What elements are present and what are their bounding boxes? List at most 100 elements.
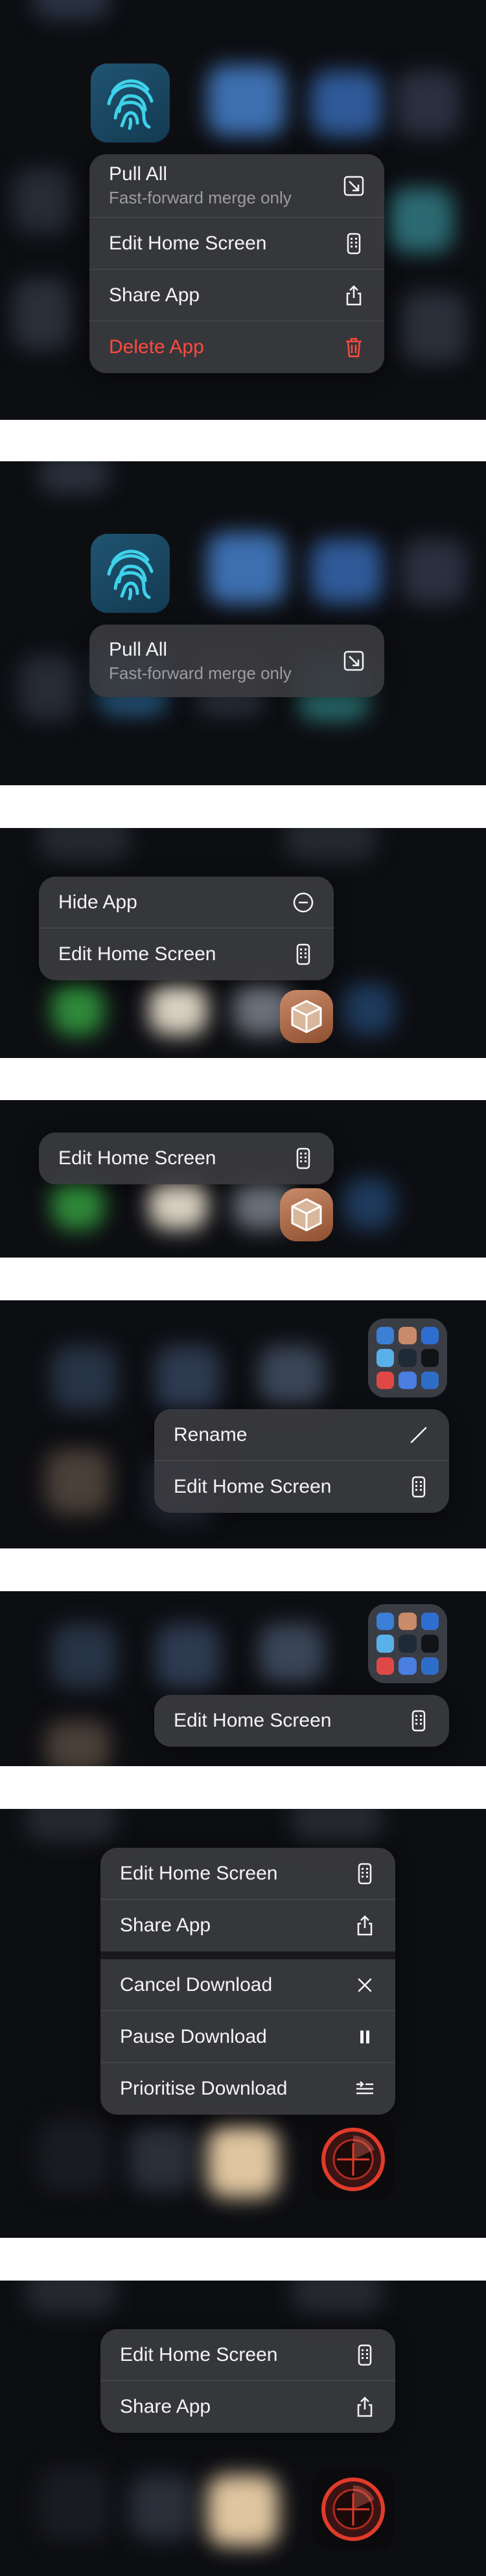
menu-item-prioritise-download[interactable]: Prioritise Download bbox=[100, 2063, 395, 2115]
blurred-app-icon bbox=[19, 656, 78, 720]
menu-item-label: Pause Download bbox=[120, 2025, 267, 2047]
menu-item-pull-all[interactable]: Pull All Fast-forward merge only bbox=[89, 154, 384, 218]
screen-8: Edit Home Screen Share App bbox=[0, 2281, 486, 2576]
share-icon bbox=[354, 2396, 376, 2418]
folder-app-thumb bbox=[421, 1613, 439, 1631]
menu-item-share-app[interactable]: Share App bbox=[100, 2381, 395, 2433]
menu-item-cancel-download[interactable]: Cancel Download bbox=[100, 1959, 395, 2011]
blurred-app-icon bbox=[39, 2120, 110, 2191]
blurred-app-icon bbox=[389, 188, 454, 253]
blurred-app-icon bbox=[130, 2126, 194, 2191]
phone-apps-icon bbox=[408, 1710, 430, 1732]
cydia-app-icon[interactable] bbox=[280, 990, 333, 1043]
blurred-app-icon bbox=[343, 983, 395, 1035]
cydia-app-icon[interactable] bbox=[280, 1188, 333, 1241]
blurred-app-icon bbox=[395, 71, 460, 136]
menu-item-pause-download[interactable]: Pause Download bbox=[100, 2011, 395, 2063]
menu-item-edit-home-screen[interactable]: Edit Home Screen bbox=[154, 1695, 449, 1747]
context-menu: Edit Home Screen Share App Cancel Downlo… bbox=[100, 1848, 395, 2115]
app-folder-icon[interactable] bbox=[368, 1318, 447, 1397]
folder-app-thumb bbox=[421, 1327, 439, 1345]
context-menu: Pull All Fast-forward merge only bbox=[89, 625, 384, 697]
folder-app-thumb bbox=[421, 1371, 439, 1389]
menu-item-delete-app[interactable]: Delete App bbox=[89, 321, 384, 373]
blurred-app-icon bbox=[149, 1178, 207, 1230]
screen-1: Pull All Fast-forward merge only Edit Ho… bbox=[0, 0, 486, 420]
screen-4: Edit Home Screen bbox=[0, 1100, 486, 1258]
menu-item-label: Rename bbox=[174, 1423, 248, 1445]
blurred-app-icon bbox=[45, 1449, 110, 1514]
menu-item-label: Edit Home Screen bbox=[109, 232, 267, 254]
blurred-app-icon bbox=[149, 983, 207, 1035]
folder-app-thumb bbox=[399, 1657, 417, 1675]
menu-item-edit-home-screen[interactable]: Edit Home Screen bbox=[39, 1133, 334, 1184]
menu-item-sublabel: Fast-forward merge only bbox=[109, 188, 292, 207]
menu-item-label: Delete App bbox=[109, 336, 204, 358]
menu-item-rename[interactable]: Rename bbox=[154, 1409, 449, 1461]
menu-item-label: Share App bbox=[109, 284, 200, 306]
blurred-app-icon bbox=[311, 539, 382, 604]
blurred-app-icon bbox=[130, 2475, 194, 2540]
menu-item-share-app[interactable]: Share App bbox=[100, 1900, 395, 1951]
blurred-app-icon bbox=[26, 1809, 117, 1841]
blurred-app-icon bbox=[13, 279, 71, 350]
blurred-app-icon bbox=[259, 1346, 324, 1404]
phone-apps-icon bbox=[292, 1147, 314, 1169]
folder-app-thumb bbox=[399, 1371, 417, 1389]
blurred-app-icon bbox=[39, 2468, 110, 2540]
pull-arrow-icon bbox=[343, 175, 365, 197]
menu-item-label: Edit Home Screen bbox=[120, 1862, 278, 1884]
menu-item-label: Share App bbox=[120, 1915, 211, 1936]
fingerprint-app-icon[interactable] bbox=[91, 63, 170, 143]
blurred-app-icon bbox=[13, 168, 71, 233]
menu-item-edit-home-screen[interactable]: Edit Home Screen bbox=[39, 928, 334, 980]
phone-apps-icon bbox=[354, 1863, 376, 1885]
download-progress-icon bbox=[321, 2478, 385, 2541]
downloading-app-icon[interactable] bbox=[312, 2119, 394, 2200]
folder-app-thumb bbox=[421, 1657, 439, 1675]
blurred-app-icon bbox=[259, 1624, 324, 1682]
menu-item-edit-home-screen[interactable]: Edit Home Screen bbox=[100, 1848, 395, 1900]
fingerprint-icon bbox=[107, 549, 154, 601]
menu-item-pull-all[interactable]: Pull All Fast-forward merge only bbox=[89, 625, 384, 697]
menu-item-share-app[interactable]: Share App bbox=[89, 270, 384, 321]
blurred-app-icon bbox=[402, 292, 467, 363]
prioritise-icon bbox=[354, 2078, 376, 2100]
blurred-app-icon bbox=[39, 461, 110, 494]
folder-app-thumb bbox=[376, 1371, 395, 1389]
menu-item-edit-home-screen[interactable]: Edit Home Screen bbox=[89, 218, 384, 270]
context-menu: Edit Home Screen bbox=[39, 1133, 334, 1184]
share-icon bbox=[354, 1915, 376, 1937]
folder-app-thumb bbox=[376, 1327, 395, 1345]
phone-apps-icon bbox=[408, 1476, 430, 1498]
blurred-app-icon bbox=[156, 1624, 220, 1688]
folder-app-thumb bbox=[376, 1657, 395, 1675]
menu-item-label: Edit Home Screen bbox=[174, 1476, 332, 1497]
folder-app-thumb bbox=[399, 1635, 417, 1653]
trash-icon bbox=[343, 336, 365, 358]
app-folder-icon[interactable] bbox=[368, 1604, 447, 1683]
blurred-app-icon bbox=[52, 983, 104, 1035]
menu-item-hide-app[interactable]: Hide App bbox=[39, 877, 334, 928]
folder-app-thumb bbox=[376, 1613, 395, 1631]
blurred-app-icon bbox=[207, 533, 285, 604]
blurred-app-icon bbox=[402, 539, 467, 604]
blurred-app-icon bbox=[207, 2126, 279, 2198]
folder-app-thumb bbox=[376, 1635, 395, 1653]
menu-item-edit-home-screen[interactable]: Edit Home Screen bbox=[154, 1461, 449, 1513]
share-icon bbox=[343, 284, 365, 306]
context-menu: Edit Home Screen Share App bbox=[100, 2329, 395, 2433]
fingerprint-app-icon[interactable] bbox=[91, 534, 170, 613]
phone-apps-icon bbox=[292, 943, 314, 965]
menu-item-label: Edit Home Screen bbox=[120, 2343, 278, 2365]
cydia-box-icon bbox=[291, 1000, 322, 1033]
pull-arrow-icon bbox=[343, 650, 365, 672]
blurred-app-icon bbox=[292, 1809, 382, 1841]
blurred-app-icon bbox=[207, 65, 285, 136]
screen-5: Rename Edit Home Screen bbox=[0, 1300, 486, 1548]
downloading-app-icon[interactable] bbox=[312, 2468, 394, 2550]
folder-app-thumb bbox=[399, 1613, 417, 1631]
menu-item-label: Pull All bbox=[109, 163, 168, 185]
folder-app-thumb bbox=[421, 1635, 439, 1653]
menu-item-edit-home-screen[interactable]: Edit Home Screen bbox=[100, 2329, 395, 2381]
